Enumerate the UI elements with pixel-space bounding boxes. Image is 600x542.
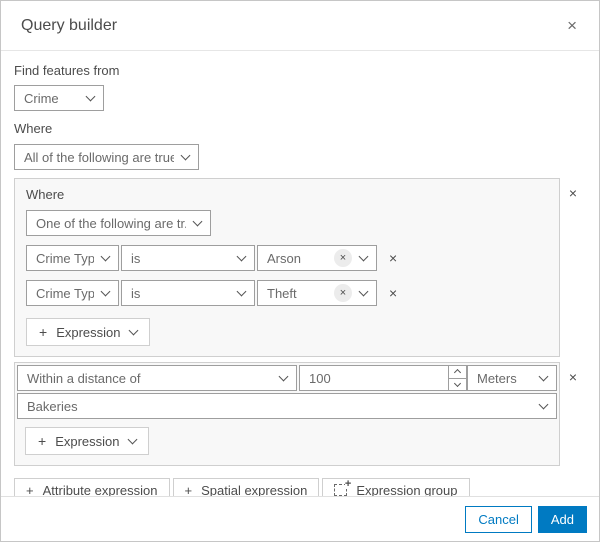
spinner-up-button[interactable] <box>449 366 466 379</box>
layer-select[interactable]: Crime <box>14 85 104 111</box>
add-spatial-expression-button[interactable]: + Spatial expression <box>172 478 320 497</box>
expression-group-1-row: Where One of the following are tr... Cri… <box>14 178 586 357</box>
operator-select[interactable]: is <box>121 245 255 271</box>
value-text: Theft <box>267 285 297 301</box>
chevron-down-icon <box>85 91 96 101</box>
attribute-expression-label: Attribute expression <box>42 482 158 497</box>
chevron-down-icon <box>358 286 369 296</box>
cancel-button[interactable]: Cancel <box>465 505 532 533</box>
remove-group-icon[interactable]: × <box>560 186 586 200</box>
chevron-down-icon <box>538 371 549 381</box>
dialog-content: Find features from Crime Where All of th… <box>1 51 599 496</box>
value-combobox[interactable]: Theft × <box>257 280 377 306</box>
remove-group-icon[interactable]: × <box>560 370 586 384</box>
value-combobox[interactable]: Arson × <box>257 245 377 271</box>
add-expression-button[interactable]: + Expression <box>25 427 149 455</box>
group-where-label: Where <box>26 187 65 202</box>
field-select[interactable]: Crime Type <box>26 245 119 271</box>
chevron-down-icon <box>128 325 138 335</box>
unit-select[interactable]: Meters <box>467 365 557 391</box>
plus-icon: + <box>344 478 352 490</box>
expression-group-label: Expression group <box>356 482 458 497</box>
plus-icon: + <box>184 482 193 497</box>
expression-group-2: Within a distance of 100 Meters Bakeries… <box>14 362 560 466</box>
add-expression-label: Expression <box>55 433 120 449</box>
clear-value-icon[interactable]: × <box>334 249 352 267</box>
chevron-down-icon <box>278 371 289 381</box>
operator-value: is <box>131 250 141 266</box>
operator-value: is <box>131 285 141 301</box>
chevron-down-icon <box>180 150 191 160</box>
spatial-expression-row: Within a distance of 100 Meters <box>17 365 557 391</box>
dialog-header: Query builder × <box>1 1 599 51</box>
add-button[interactable]: Add <box>537 505 587 533</box>
chevron-down-icon <box>100 286 111 296</box>
value-text: Arson <box>267 250 301 266</box>
spinner-down-button[interactable] <box>449 379 466 391</box>
where-label: Where <box>14 121 53 136</box>
logic-operator-value: All of the following are true <box>24 149 174 165</box>
group-logic-operator-select[interactable]: One of the following are tr... <box>26 210 211 236</box>
chevron-down-icon <box>100 251 111 261</box>
add-attribute-expression-button[interactable]: + Attribute expression <box>14 478 170 496</box>
field-select[interactable]: Crime Type <box>26 280 119 306</box>
plus-icon: + <box>39 324 48 340</box>
find-features-label: Find features from <box>14 63 120 78</box>
expression-row-2: Crime Type is Theft × × <box>26 280 548 306</box>
expression-row-1: Crime Type is Arson × × <box>26 245 548 271</box>
chevron-down-icon <box>453 379 462 387</box>
expression-group-2-row: Within a distance of 100 Meters Bakeries… <box>14 362 586 466</box>
spatial-operator-value: Within a distance of <box>27 370 141 386</box>
add-expression-button[interactable]: + Expression <box>26 318 150 346</box>
logic-operator-select[interactable]: All of the following are true <box>14 144 199 170</box>
distance-input[interactable] <box>300 366 448 390</box>
plus-icon: + <box>38 433 47 449</box>
chevron-up-icon <box>453 369 462 377</box>
target-layer-select[interactable]: Bakeries <box>17 393 557 419</box>
expression-group-1: Where One of the following are tr... Cri… <box>14 178 560 357</box>
chevron-down-icon <box>358 251 369 261</box>
chevron-down-icon <box>127 434 137 444</box>
field-value: Crime Type <box>36 285 94 301</box>
operator-select[interactable]: is <box>121 280 255 306</box>
chevron-down-icon <box>236 251 247 261</box>
remove-expression-icon[interactable]: × <box>389 286 397 300</box>
target-layer-value: Bakeries <box>27 398 78 414</box>
query-builder-dialog: Query builder × Find features from Crime… <box>0 0 600 542</box>
add-expression-group-button[interactable]: + Expression group <box>322 478 470 497</box>
plus-icon: + <box>26 482 34 497</box>
chevron-down-icon <box>236 286 247 296</box>
field-value: Crime Type <box>36 250 94 266</box>
number-spinner[interactable] <box>448 366 466 390</box>
group-logic-operator-value: One of the following are tr... <box>36 215 186 231</box>
chevron-down-icon <box>192 216 203 226</box>
clear-value-icon[interactable]: × <box>334 284 352 302</box>
distance-input-wrap <box>299 365 467 391</box>
close-icon[interactable]: × <box>563 15 581 36</box>
expression-group-icon: + <box>334 479 352 496</box>
remove-expression-icon[interactable]: × <box>389 251 397 265</box>
add-expression-label: Expression <box>56 324 121 340</box>
unit-value: Meters <box>477 370 517 386</box>
spatial-expression-label: Spatial expression <box>201 482 308 497</box>
dialog-footer: Cancel Add <box>1 496 599 541</box>
chevron-down-icon <box>538 399 549 409</box>
layer-select-value: Crime <box>24 90 59 106</box>
add-actions-row: + Attribute expression + Spatial express… <box>14 478 586 496</box>
spatial-operator-select[interactable]: Within a distance of <box>17 365 297 391</box>
dialog-title: Query builder <box>21 16 118 34</box>
